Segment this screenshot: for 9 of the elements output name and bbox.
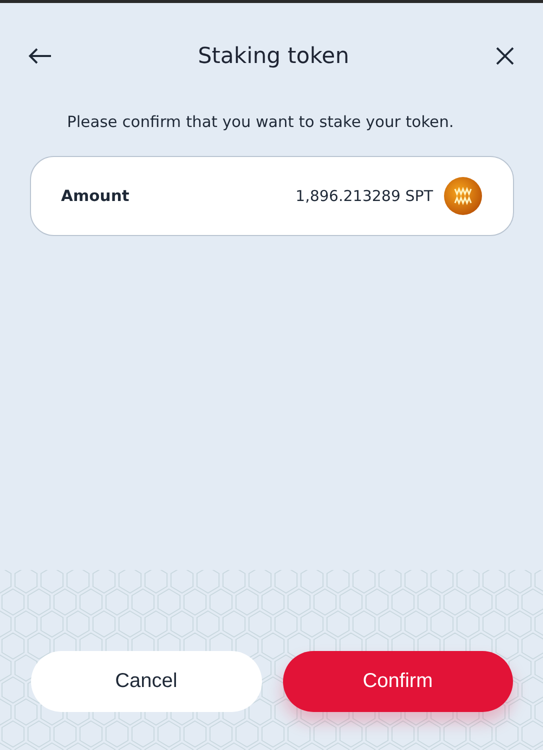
cancel-button[interactable]: Cancel	[31, 651, 262, 712]
token-icon	[443, 176, 483, 216]
amount-label: Amount	[61, 187, 130, 205]
dialog-title: Staking token	[198, 44, 350, 68]
close-icon[interactable]	[494, 46, 515, 66]
amount-value: 1,896.213289 SPT	[296, 187, 433, 205]
back-arrow-icon[interactable]	[28, 47, 52, 65]
confirmation-message: Please confirm that you want to stake your token.	[67, 112, 455, 133]
confirm-button[interactable]: Confirm	[282, 651, 513, 712]
